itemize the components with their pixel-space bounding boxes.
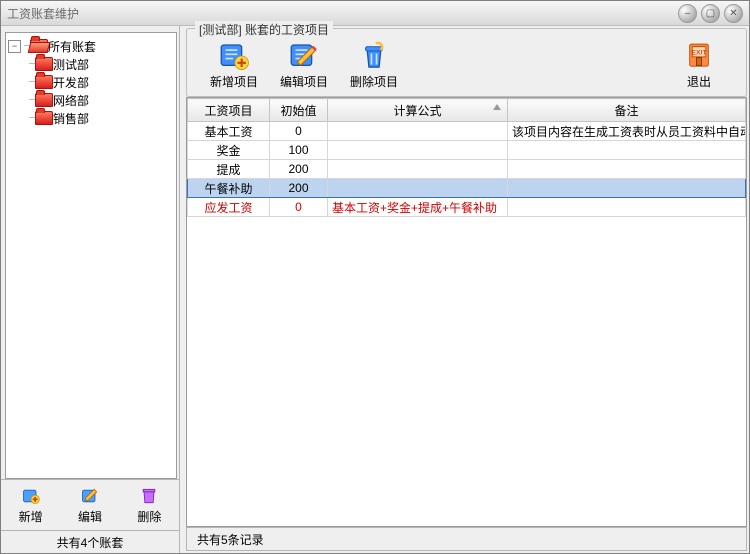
table-cell: 该项目内容在生成工资表时从员工资料中自动导入: [508, 122, 746, 141]
app-window: 工资账套维护 – ▢ ✕ − ┈ 所有账套 ┈ 测试部 ┈ 开发部 ┈ 网络部 ┈ 销售部: [0, 0, 750, 554]
delete-item-label: 删除项目: [350, 73, 398, 90]
edit-item-button[interactable]: 编辑项目: [269, 41, 339, 90]
tree-connector: ┈: [29, 113, 34, 124]
close-button[interactable]: ✕: [724, 4, 743, 23]
svg-text:EXIT: EXIT: [691, 49, 706, 56]
edit-item-label: 编辑项目: [280, 73, 328, 90]
table-row[interactable]: 奖金100: [188, 141, 746, 160]
sidebar-add-label: 新增: [19, 508, 43, 525]
tree-item[interactable]: ┈ 网络部: [8, 91, 174, 109]
table-cell: [508, 160, 746, 179]
table-row[interactable]: 提成200: [188, 160, 746, 179]
table-cell: [328, 160, 508, 179]
table-cell: [328, 179, 508, 198]
col-init[interactable]: 初始值: [270, 99, 328, 122]
tree-item-label: 销售部: [53, 110, 89, 127]
edit-item-icon: [287, 41, 321, 71]
add-item-label: 新增项目: [210, 73, 258, 90]
table-row[interactable]: 午餐补助200: [188, 179, 746, 198]
tree-connector: ┈: [29, 59, 34, 70]
sidebar-status-bar: 共有4个账套: [1, 530, 179, 553]
main-status-bar: 共有5条记录: [186, 527, 747, 551]
delete-item-button[interactable]: 删除项目: [339, 41, 409, 90]
add-icon: [21, 486, 41, 506]
salary-items-group: [测试部] 账套的工资项目 新增项目 编辑项目: [186, 28, 747, 97]
add-item-icon: [217, 41, 251, 71]
delete-icon: [139, 486, 159, 506]
content-area: − ┈ 所有账套 ┈ 测试部 ┈ 开发部 ┈ 网络部 ┈ 销售部 新增: [1, 26, 749, 553]
table-cell: 200: [270, 160, 328, 179]
folder-icon: [35, 57, 53, 71]
account-tree[interactable]: − ┈ 所有账套 ┈ 测试部 ┈ 开发部 ┈ 网络部 ┈ 销售部: [5, 32, 177, 479]
sort-asc-icon: [493, 104, 501, 110]
table-cell: [328, 141, 508, 160]
exit-label: 退出: [687, 73, 711, 90]
tree-item-label: 测试部: [53, 56, 89, 73]
table-cell: [508, 141, 746, 160]
salary-grid[interactable]: 工资项目 初始值 计算公式 备注 基本工资0该项目内容在生成工资表时从员工资料中…: [186, 97, 747, 527]
add-item-button[interactable]: 新增项目: [199, 41, 269, 90]
table-cell: 0: [270, 198, 328, 217]
table-cell: 午餐补助: [188, 179, 270, 198]
col-item[interactable]: 工资项目: [188, 99, 270, 122]
table-cell: [508, 179, 746, 198]
main-status-text: 共有5条记录: [197, 531, 264, 548]
tree-item[interactable]: ┈ 测试部: [8, 55, 174, 73]
collapse-icon[interactable]: −: [8, 40, 21, 53]
table-row[interactable]: 基本工资0 该项目内容在生成工资表时从员工资料中自动导入: [188, 122, 746, 141]
tree-item-label: 网络部: [53, 92, 89, 109]
tree-root-label: 所有账套: [48, 38, 96, 55]
sidebar-status-text: 共有4个账套: [57, 534, 124, 551]
table-cell: 200: [270, 179, 328, 198]
title-bar: 工资账套维护 – ▢ ✕: [1, 1, 749, 26]
sidebar-toolbar: 新增 编辑 删除: [1, 479, 179, 530]
maximize-button[interactable]: ▢: [701, 4, 720, 23]
table-cell: 100: [270, 141, 328, 160]
main-panel: [测试部] 账套的工资项目 新增项目 编辑项目: [180, 26, 749, 553]
grid-empty-area: [187, 217, 746, 526]
table-cell: 基本工资: [188, 122, 270, 141]
account-sidebar: − ┈ 所有账套 ┈ 测试部 ┈ 开发部 ┈ 网络部 ┈ 销售部 新增: [1, 26, 180, 553]
exit-icon: EXIT: [682, 41, 716, 71]
table-cell: [508, 198, 746, 217]
table-row[interactable]: 应发工资0基本工资+奖金+提成+午餐补助: [188, 198, 746, 217]
sidebar-delete-button[interactable]: 删除: [120, 480, 179, 530]
tree-item[interactable]: ┈ 开发部: [8, 73, 174, 91]
tree-item[interactable]: ┈ 销售部: [8, 109, 174, 127]
exit-button[interactable]: EXIT 退出: [664, 41, 734, 90]
table-cell: 提成: [188, 160, 270, 179]
edit-icon: [80, 486, 100, 506]
col-note[interactable]: 备注: [508, 99, 746, 122]
tree-connector: ┈: [29, 95, 34, 106]
main-toolbar: 新增项目 编辑项目 删除项目: [191, 37, 742, 92]
group-title: [测试部] 账套的工资项目: [195, 21, 333, 38]
header-row: 工资项目 初始值 计算公式 备注: [188, 99, 746, 122]
folder-icon: [35, 75, 53, 89]
tree-root[interactable]: − ┈ 所有账套: [8, 37, 174, 55]
table-cell: [328, 122, 508, 141]
sidebar-delete-label: 删除: [137, 508, 161, 525]
tree-item-label: 开发部: [53, 74, 89, 91]
table-cell: 基本工资+奖金+提成+午餐补助: [328, 198, 508, 217]
table-cell: 应发工资: [188, 198, 270, 217]
sidebar-edit-label: 编辑: [78, 508, 102, 525]
sidebar-edit-button[interactable]: 编辑: [60, 480, 119, 530]
table-cell: 奖金: [188, 141, 270, 160]
folder-icon: [35, 111, 53, 125]
window-title: 工资账套维护: [7, 5, 674, 22]
table-cell: 0: [270, 122, 328, 141]
delete-item-icon: [357, 41, 391, 71]
tree-connector: ┈: [29, 77, 34, 88]
folder-open-icon: [30, 39, 48, 53]
folder-icon: [35, 93, 53, 107]
col-formula[interactable]: 计算公式: [328, 99, 508, 122]
minimize-button[interactable]: –: [678, 4, 697, 23]
sidebar-add-button[interactable]: 新增: [1, 480, 60, 530]
salary-table: 工资项目 初始值 计算公式 备注 基本工资0该项目内容在生成工资表时从员工资料中…: [187, 98, 746, 217]
